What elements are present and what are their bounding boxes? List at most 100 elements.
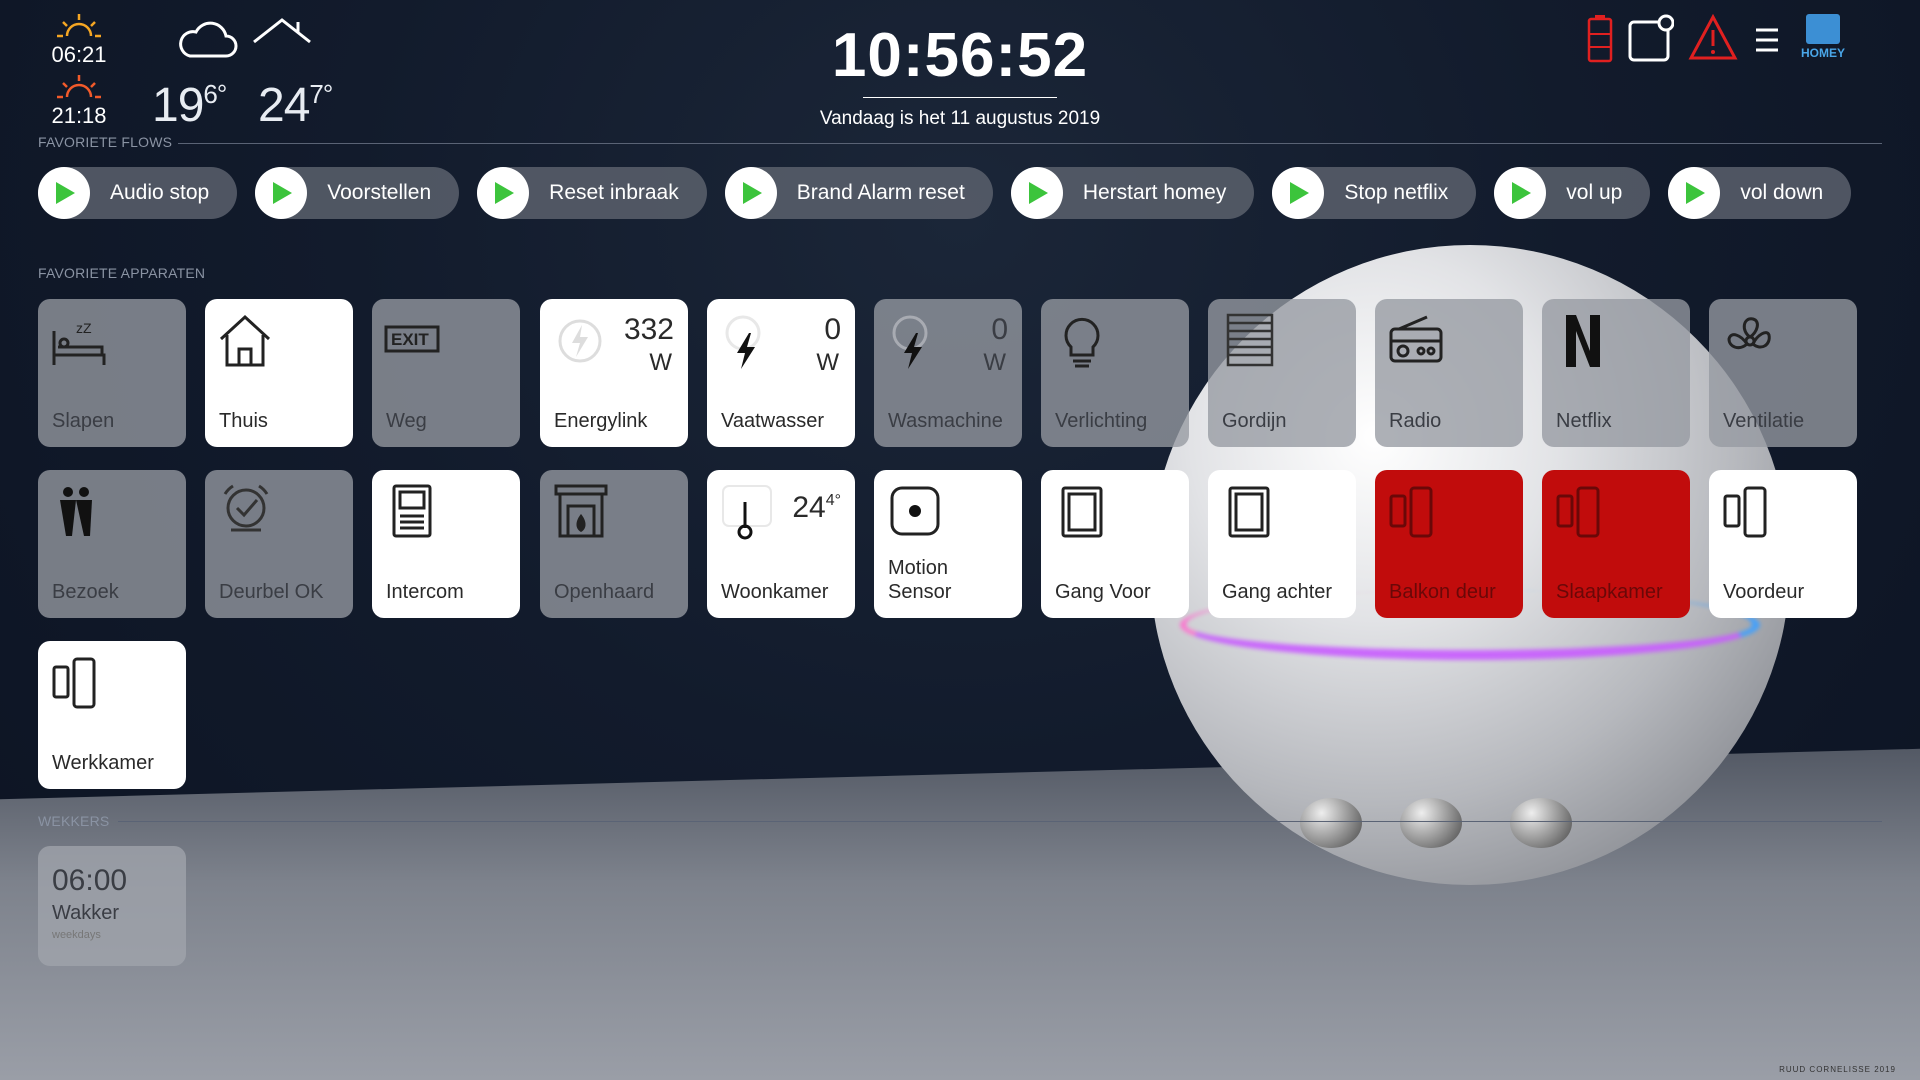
fireplace-icon [554,484,608,538]
flow-label: vol up [1566,181,1623,204]
flows-divider [178,143,1882,144]
device-balkon-deur[interactable]: Balkon deur [1375,470,1523,618]
alarm-wakker[interactable]: 06:00 Wakker weekdays [38,846,186,966]
warning-icon[interactable] [1688,14,1738,62]
sunrise-icon [57,14,101,38]
energy-value: 332 [623,313,674,346]
device-bezoek[interactable]: Bezoek [38,470,186,618]
play-icon [477,167,530,219]
device-werkkamer[interactable]: Werkkamer [38,641,186,789]
device-gang-achter[interactable]: Gang achter [1208,470,1356,618]
home-outline-icon [253,18,311,44]
fan-icon [1727,317,1771,350]
device-intercom[interactable]: Intercom [372,470,520,618]
tile-label: Woonkamer [721,581,829,603]
flow-herstart-homey[interactable]: Herstart homey [1010,167,1255,219]
tile-label: Intercom [386,581,464,603]
alarm-days: weekdays [52,929,101,941]
tile-label: Wasmachine [888,410,1003,432]
homey-bulb-icon [1806,14,1840,44]
tile-label: Gang Voor [1055,581,1151,603]
flow-vol-up[interactable]: vol up [1494,167,1651,219]
device-verlichting[interactable]: Verlichting [1041,299,1189,447]
device-motion-sensor[interactable]: Motion Sensor [874,470,1022,618]
flow-stop-netflix[interactable]: Stop netflix [1272,167,1477,219]
flow-label: Brand Alarm reset [796,181,965,204]
alarms-divider [118,821,1882,822]
clock: 10:56:52 [831,21,1089,90]
tile-label: Gang achter [1222,581,1333,603]
clock-divider [863,97,1057,98]
device-vaatwasser[interactable]: 0 W Vaatwasser [707,299,855,447]
power-value: 0 [824,313,841,346]
date-text: Vandaag is het 11 augustus 2019 [819,108,1101,129]
menu-icon[interactable] [1752,14,1782,64]
thermometer-icon [722,485,772,540]
window-sensor-icon [1228,486,1270,538]
tile-label: Energylink [554,410,648,432]
power-bolt-icon [892,315,928,369]
device-voordeur[interactable]: Voordeur [1709,470,1857,618]
device-energylink[interactable]: 332 W Energylink [540,299,688,447]
flows-section-label: FAVORIETE FLOWS [38,134,173,150]
device-netflix[interactable]: Netflix [1542,299,1690,447]
device-slapen[interactable]: zZ Slapen [38,299,186,447]
netflix-logo-icon [1566,315,1600,367]
tile-label: Deurbel OK [219,581,324,603]
window-sensor-icon [1061,486,1103,538]
device-ventilatie[interactable]: Ventilatie [1709,299,1857,447]
energy-flame-icon [558,319,602,363]
tile-label: Ventilatie [1723,410,1805,432]
orb-foot [1300,798,1362,848]
radio-icon [1389,315,1443,363]
device-thuis[interactable]: Thuis [205,299,353,447]
flow-reset-inbraak[interactable]: Reset inbraak [477,167,707,219]
power-unit: W [816,349,839,376]
flow-audio-stop[interactable]: Audio stop [38,167,238,219]
flow-vol-down[interactable]: vol down [1668,167,1852,219]
device-weg[interactable]: EXIT Weg [372,299,520,447]
flow-voorstellen[interactable]: Voorstellen [255,167,460,219]
device-radio[interactable]: Radio [1375,299,1523,447]
exit-sign-icon: EXIT [384,325,440,353]
device-gang-voor[interactable]: Gang Voor [1041,470,1189,618]
inside-temperature: 247° [258,79,333,132]
tile-label: Weg [386,410,427,432]
play-icon [1272,167,1325,219]
temperature-value: 244° [792,491,841,524]
notification-icon[interactable] [1628,14,1674,64]
visitors-icon [60,487,92,536]
device-gordijn[interactable]: Gordijn [1208,299,1356,447]
tile-label: Openhaard [554,581,655,603]
device-woonkamer[interactable]: 244° Woonkamer [707,470,855,618]
sleep-bed-icon: zZ [52,320,106,365]
tile-label: Gordijn [1222,410,1287,432]
battery-low-icon[interactable] [1586,14,1614,64]
device-openhaard[interactable]: Openhaard [540,470,688,618]
play-icon [255,167,308,219]
home-icon [219,314,271,367]
credit-text: RUUD CORNELISSE 2019 [1779,1065,1896,1074]
tile-label: Balkon deur [1389,581,1496,603]
play-icon [724,167,777,219]
flow-label: Voorstellen [327,181,432,204]
tile-label: Vaatwasser [721,410,825,432]
tile-label: Netflix [1556,410,1612,432]
tile-label: Werkkamer [52,752,154,774]
device-slaapkamer[interactable]: Slaapkamer [1542,470,1690,618]
flow-brand-alarm-reset[interactable]: Brand Alarm reset [724,167,993,219]
device-wasmachine[interactable]: 0 W Wasmachine [874,299,1022,447]
flow-label: Stop netflix [1344,181,1449,204]
play-icon [1494,167,1547,219]
tile-label: Motion Sensor [888,557,952,603]
device-deurbel[interactable]: Deurbel OK [205,470,353,618]
door-contact-icon [52,657,96,709]
tile-label: Radio [1389,410,1442,432]
light-bulb-icon [1064,317,1100,368]
homey-logo[interactable]: HOMEY [1796,14,1850,60]
homey-logo-text: HOMEY [1800,46,1845,60]
tile-label: Bezoek [52,581,119,603]
flow-label: Herstart homey [1082,181,1227,204]
svg-text:zZ: zZ [76,320,92,336]
energy-unit: W [649,349,672,376]
